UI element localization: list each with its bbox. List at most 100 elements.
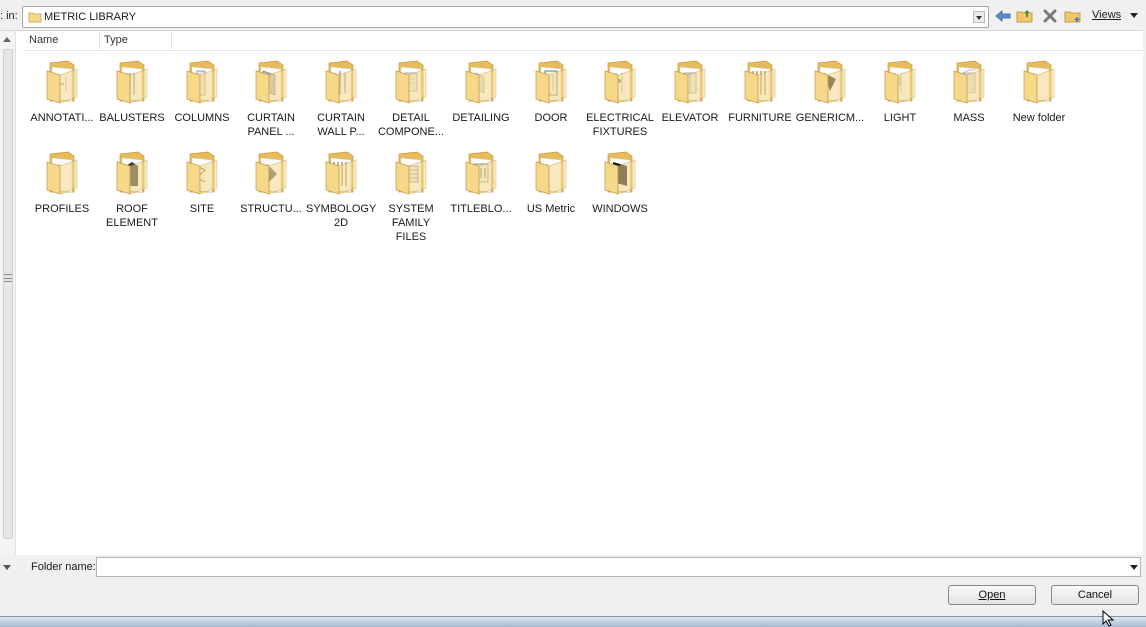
- look-in-combo[interactable]: METRIC LIBRARY: [22, 6, 989, 28]
- folder-item[interactable]: DETAIL COMPONE...: [376, 57, 446, 139]
- back-button[interactable]: [993, 6, 1013, 26]
- folder-item[interactable]: PROFILES: [27, 148, 97, 216]
- folder-label: LIGHT: [883, 112, 917, 124]
- folder-item[interactable]: TITLEBLO...: [446, 148, 516, 216]
- folder-icon: [465, 151, 497, 195]
- scroll-down-arrow[interactable]: [3, 565, 11, 570]
- folder-label: US Metric: [526, 203, 576, 215]
- folder-label: ELECTRICAL FIXTURES: [586, 112, 654, 138]
- folder-label: CURTAIN WALL P...: [317, 112, 365, 138]
- folder-icon: [884, 60, 916, 104]
- column-separator[interactable]: [99, 33, 100, 49]
- folder-item[interactable]: ROOF ELEMENT: [97, 148, 167, 230]
- folder-label: PROFILES: [34, 203, 90, 215]
- folder-item[interactable]: ELEVATOR: [655, 57, 725, 125]
- folder-item[interactable]: COLUMNS: [167, 57, 237, 125]
- new-folder-icon: [1064, 11, 1081, 23]
- open-button[interactable]: Open: [948, 585, 1036, 605]
- cancel-button[interactable]: Cancel: [1051, 585, 1139, 605]
- folder-item[interactable]: MASS: [934, 57, 1004, 125]
- folder-icon: [186, 151, 218, 195]
- folder-icon: [535, 151, 567, 195]
- folder-icon: [116, 151, 148, 195]
- new-folder-button[interactable]: [1063, 6, 1083, 26]
- folder-item[interactable]: ELECTRICAL FIXTURES: [585, 57, 655, 139]
- folder-label: FURNITURE: [728, 112, 792, 124]
- views-dropdown-arrow[interactable]: [1130, 13, 1138, 18]
- folder-name-label: Folder name:: [31, 561, 96, 573]
- back-arrow-icon: [995, 10, 1011, 22]
- folder-label: CURTAIN PANEL ...: [247, 112, 295, 138]
- folder-label: COLUMNS: [174, 112, 230, 124]
- folder-icon: [325, 151, 357, 195]
- folder-label: MASS: [953, 112, 985, 124]
- folder-label: SYSTEM FAMILY FILES: [388, 203, 434, 243]
- folder-item[interactable]: ANNOTATI...: [27, 57, 97, 125]
- column-separator[interactable]: [171, 33, 172, 49]
- folder-label: ANNOTATI...: [30, 112, 94, 124]
- folder-item[interactable]: US Metric: [516, 148, 586, 216]
- folder-item[interactable]: SYSTEM FAMILY FILES: [376, 148, 446, 244]
- folder-icon: [255, 60, 287, 104]
- folder-icon: [46, 151, 78, 195]
- column-header-name[interactable]: Name: [29, 34, 58, 46]
- folder-item[interactable]: CURTAIN PANEL ...: [236, 57, 306, 139]
- look-in-label: : in:: [0, 10, 18, 22]
- column-header-type[interactable]: Type: [104, 34, 128, 46]
- folder-item[interactable]: SYMBOLOGY 2D: [306, 148, 376, 230]
- folder-icon: [465, 60, 497, 104]
- folder-name-row: Folder name:: [0, 556, 1146, 580]
- folder-icon: [116, 60, 148, 104]
- scroll-up-arrow[interactable]: [3, 37, 11, 42]
- folder-icon: [395, 151, 427, 195]
- folder-item[interactable]: DOOR: [516, 57, 586, 125]
- up-folder-button[interactable]: [1015, 6, 1035, 26]
- folder-icon: [28, 12, 42, 23]
- folder-icon: [535, 60, 567, 104]
- mouse-cursor-icon: [1102, 610, 1115, 627]
- open-button-label: Open: [978, 589, 1006, 601]
- folder-item[interactable]: STRUCTU...: [236, 148, 306, 216]
- folder-item[interactable]: New folder: [1004, 57, 1074, 125]
- folder-label: GENERICM...: [795, 112, 865, 124]
- look-in-bar: : in: METRIC LIBRARY Views: [0, 0, 1146, 32]
- folder-label: STRUCTU...: [240, 203, 302, 215]
- folder-label: SITE: [189, 203, 215, 215]
- folder-label: DOOR: [534, 112, 568, 124]
- look-in-dropdown-arrow[interactable]: [973, 11, 985, 23]
- vertical-scrollbar[interactable]: [0, 31, 16, 555]
- folder-icon: [744, 60, 776, 104]
- folder-icon: [674, 60, 706, 104]
- folder-label: TITLEBLO...: [450, 203, 512, 215]
- folder-item[interactable]: FURNITURE: [725, 57, 795, 125]
- column-headers: Name Type: [23, 31, 1143, 51]
- folder-item[interactable]: CURTAIN WALL P...: [306, 57, 376, 139]
- folder-icon: [255, 151, 287, 195]
- folder-label: BALUSTERS: [99, 112, 165, 124]
- folder-icon: [814, 60, 846, 104]
- delete-button[interactable]: [1040, 6, 1060, 26]
- folder-icon: [604, 151, 636, 195]
- folder-icon: [325, 60, 357, 104]
- folder-item[interactable]: SITE: [167, 148, 237, 216]
- folder-name-dropdown-arrow[interactable]: [1130, 565, 1138, 570]
- folder-icon: [604, 60, 636, 104]
- views-button[interactable]: Views: [1092, 9, 1121, 21]
- scroll-thumb[interactable]: [3, 49, 13, 539]
- folder-label: DETAIL COMPONE...: [377, 112, 444, 138]
- scroll-grip-icon: [4, 274, 12, 282]
- delete-x-icon: [1043, 9, 1057, 23]
- folder-label: ELEVATOR: [661, 112, 719, 124]
- folder-item[interactable]: BALUSTERS: [97, 57, 167, 125]
- folder-icon: [186, 60, 218, 104]
- current-path: METRIC LIBRARY: [44, 11, 137, 23]
- folder-item[interactable]: LIGHT: [865, 57, 935, 125]
- folder-name-input[interactable]: [96, 557, 1141, 577]
- file-list-pane[interactable]: Name Type ANNOTATI... BALUSTERS COLUMNS CUR…: [0, 30, 1143, 555]
- taskbar-strip: [0, 616, 1146, 627]
- folder-item[interactable]: DETAILING: [446, 57, 516, 125]
- folder-label: New folder: [1012, 112, 1066, 124]
- folder-item[interactable]: WINDOWS: [585, 148, 655, 216]
- folder-item[interactable]: GENERICM...: [795, 57, 865, 125]
- folder-label: WINDOWS: [592, 203, 648, 215]
